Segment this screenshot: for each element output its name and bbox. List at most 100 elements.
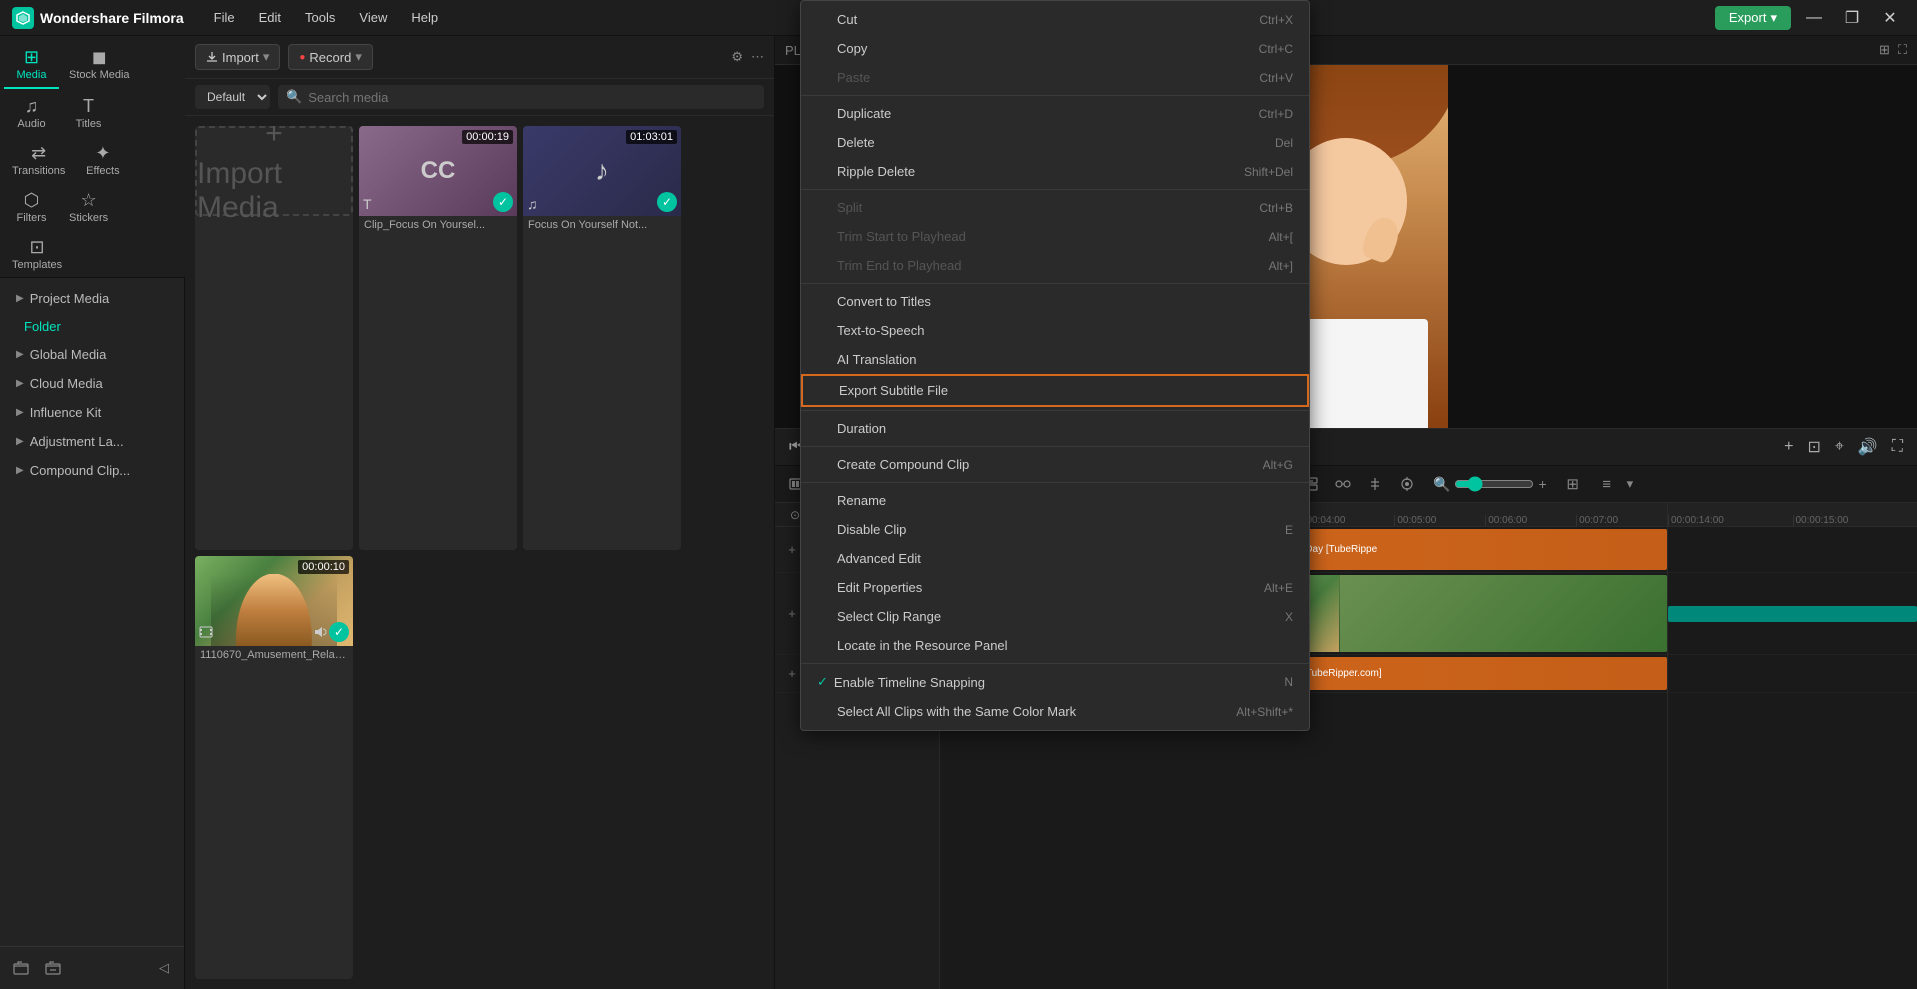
track1-right xyxy=(1668,573,1917,655)
tab-stock-media[interactable]: ◼ Stock Media xyxy=(61,42,138,89)
minimize-button[interactable]: — xyxy=(1799,6,1829,30)
zoom-in-icon[interactable]: + xyxy=(1538,476,1546,492)
ctx-copy[interactable]: Copy Ctrl+C xyxy=(801,34,1309,63)
menu-help[interactable]: Help xyxy=(401,6,448,29)
preview-right-controls: + ⊡ ⌖ 🔊 ⛶ xyxy=(1780,435,1907,459)
ctx-select-clip-range-shortcut: X xyxy=(1285,610,1293,624)
ctx-create-compound[interactable]: Create Compound Clip Alt+G xyxy=(801,450,1309,479)
ctx-rename[interactable]: Rename xyxy=(801,486,1309,515)
film-strip-icon xyxy=(199,625,213,642)
import-media-thumb[interactable]: + Import Media xyxy=(195,126,353,550)
more-icon[interactable]: ⋯ xyxy=(751,49,764,65)
sidebar-item-adjustment[interactable]: ▶ Adjustment La... xyxy=(4,427,180,456)
app-logo: Wondershare Filmora xyxy=(12,7,184,29)
crop-button[interactable]: ⌖ xyxy=(1831,436,1848,458)
zoom-slider[interactable] xyxy=(1454,476,1534,492)
zoom-out-icon[interactable]: 🔍 xyxy=(1433,476,1450,493)
menu-file[interactable]: File xyxy=(204,6,245,29)
ai-effects-button[interactable] xyxy=(1393,470,1421,498)
templates-icon: ⊡ xyxy=(30,238,45,256)
ctx-sep-2 xyxy=(801,189,1309,190)
effects-icon: ✦ xyxy=(95,144,110,162)
sort-dropdown[interactable]: Default xyxy=(195,85,270,109)
tab-filters[interactable]: ⬡ Filters xyxy=(4,185,59,230)
search-input[interactable] xyxy=(308,90,756,105)
ctx-delete[interactable]: Delete Del xyxy=(801,128,1309,157)
fit-button[interactable]: ⊡ xyxy=(1803,435,1824,459)
sidebar-item-folder[interactable]: Folder xyxy=(0,313,184,340)
fullscreen-icon[interactable]: ⛶ xyxy=(1898,42,1907,58)
clip-thumb-1[interactable]: CC 00:00:19 ✓ T Clip_Focus On Yoursel... xyxy=(359,126,517,550)
menu-edit[interactable]: Edit xyxy=(249,6,291,29)
list-view-button[interactable]: ≡ xyxy=(1593,470,1621,498)
ctx-paste-label: Paste xyxy=(837,70,870,85)
audio-preview-button[interactable]: 🔊 xyxy=(1854,435,1882,459)
tab-media[interactable]: ⊞ Media xyxy=(4,42,59,89)
clip-thumb-3[interactable]: 00:00:10 ✓ 1110670_Amusement_Relation_12… xyxy=(195,556,353,980)
ctx-trim-end-label: Trim End to Playhead xyxy=(837,258,962,273)
tab-templates[interactable]: ⊡ Templates xyxy=(4,232,70,277)
ctx-text-to-speech[interactable]: Text-to-Speech xyxy=(801,316,1309,345)
ctx-sep-4 xyxy=(801,410,1309,411)
panel-footer: ◁ xyxy=(0,946,184,989)
ctx-select-same-color[interactable]: Select All Clips with the Same Color Mar… xyxy=(801,697,1309,726)
filter-icon[interactable]: ⚙ xyxy=(731,49,743,65)
ctx-edit-properties[interactable]: Edit Properties Alt+E xyxy=(801,573,1309,602)
tab-titles[interactable]: T Titles xyxy=(61,91,116,136)
sidebar-item-global-media[interactable]: ▶ Global Media xyxy=(4,340,180,369)
maximize-button[interactable]: ❐ xyxy=(1837,6,1867,30)
sidebar-item-project-media[interactable]: ▶ Project Media xyxy=(4,284,180,313)
clip-label-1: Clip_Focus On Yoursel... xyxy=(359,216,517,234)
add-folder-button[interactable] xyxy=(8,955,34,981)
ctx-trim-start-shortcut: Alt+[ xyxy=(1269,230,1293,244)
ctx-locate-resource-label: Locate in the Resource Panel xyxy=(837,638,1008,653)
import-button[interactable]: Import ▾ xyxy=(195,44,280,70)
stock-media-icon: ◼ xyxy=(92,48,107,66)
menu-tools[interactable]: Tools xyxy=(295,6,345,29)
zoom-in-button[interactable]: + xyxy=(1780,436,1797,458)
ctx-disable-clip[interactable]: Disable Clip E xyxy=(801,515,1309,544)
grid-layout-icon[interactable]: ⊞ xyxy=(1879,42,1890,58)
ctx-trim-end-shortcut: Alt+] xyxy=(1269,259,1293,273)
ctx-export-subtitle[interactable]: Export Subtitle File xyxy=(801,374,1309,407)
sidebar-item-influence-kit[interactable]: ▶ Influence Kit xyxy=(4,398,180,427)
tab-effects[interactable]: ✦ Effects xyxy=(75,138,130,183)
split-audio-button[interactable] xyxy=(1361,470,1389,498)
ctx-disable-clip-label: Disable Clip xyxy=(837,522,906,537)
check-icon-2: ✓ xyxy=(657,192,677,212)
remove-folder-button[interactable] xyxy=(40,955,66,981)
ctx-delete-label: Delete xyxy=(837,135,875,150)
aspect-ratio-button[interactable]: ⛶ xyxy=(1888,436,1907,458)
timeline-ruler-right: 00:00:14:00 00:00:15:00 xyxy=(1668,503,1917,527)
close-button[interactable]: ✕ xyxy=(1875,6,1905,30)
ctx-locate-resource[interactable]: Locate in the Resource Panel xyxy=(801,631,1309,660)
export-button[interactable]: Export ▾ xyxy=(1715,6,1791,30)
ctx-ripple-delete[interactable]: Ripple Delete Shift+Del xyxy=(801,157,1309,186)
arrow-icon-2: ▶ xyxy=(16,349,24,360)
ctx-enable-snapping[interactable]: ✓ Enable Timeline Snapping N xyxy=(801,667,1309,697)
ctx-advanced-edit[interactable]: Advanced Edit xyxy=(801,544,1309,573)
teal-clip[interactable] xyxy=(1668,606,1917,622)
ctx-cut[interactable]: Cut Ctrl+X xyxy=(801,5,1309,34)
sidebar-item-cloud-media[interactable]: ▶ Cloud Media xyxy=(4,369,180,398)
collapse-button[interactable]: ◁ xyxy=(152,956,176,980)
ctx-duration[interactable]: Duration xyxy=(801,414,1309,443)
menu-view[interactable]: View xyxy=(349,6,397,29)
ctx-ai-translation[interactable]: AI Translation xyxy=(801,345,1309,374)
tab-stickers[interactable]: ☆ Stickers xyxy=(61,185,116,230)
ctx-convert-titles[interactable]: Convert to Titles xyxy=(801,287,1309,316)
record-button[interactable]: ● Record ▾ xyxy=(288,44,373,70)
app-name: Wondershare Filmora xyxy=(40,10,184,26)
ctx-enable-snapping-label: Enable Timeline Snapping xyxy=(834,675,985,690)
ctx-select-clip-range[interactable]: Select Clip Range X xyxy=(801,602,1309,631)
grid-view-button[interactable]: ⊞ xyxy=(1559,470,1587,498)
thumb-time-1: 00:00:19 xyxy=(462,130,513,144)
sidebar-item-compound-clip[interactable]: ▶ Compound Clip... xyxy=(4,456,180,485)
ctx-copy-label: Copy xyxy=(837,41,867,56)
clip-thumb-2[interactable]: ♪ 01:03:01 ✓ ♫ Focus On Yourself Not... xyxy=(523,126,681,550)
arrow-icon: ▶ xyxy=(16,293,24,304)
link-button[interactable] xyxy=(1329,470,1357,498)
ctx-duplicate[interactable]: Duplicate Ctrl+D xyxy=(801,99,1309,128)
tab-transitions[interactable]: ⇄ Transitions xyxy=(4,138,73,183)
tab-audio[interactable]: ♫ Audio xyxy=(4,91,59,136)
